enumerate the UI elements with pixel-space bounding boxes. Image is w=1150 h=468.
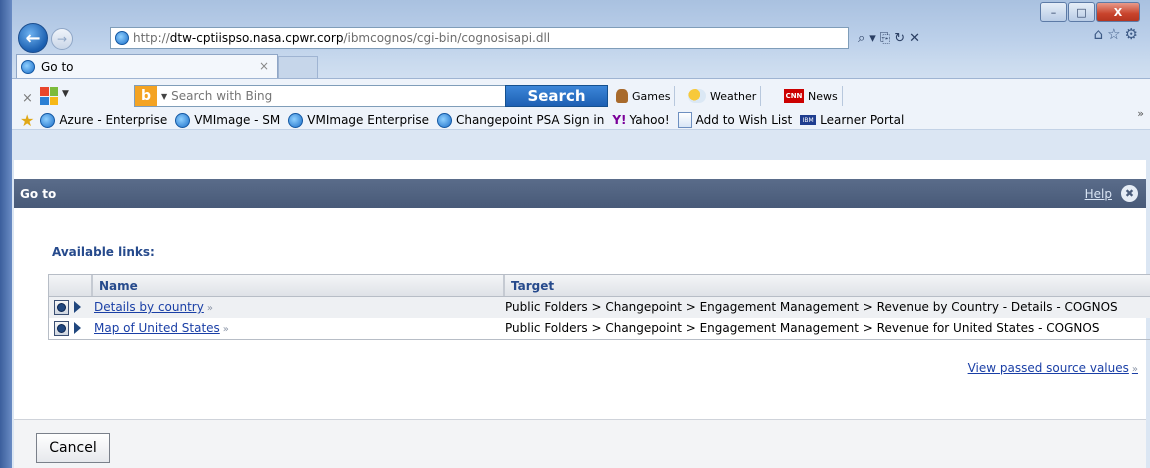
fav-label: Yahoo! [629, 113, 670, 127]
maximize-button[interactable]: □ [1068, 2, 1095, 22]
bing-logo-icon: b [135, 86, 157, 106]
table-row: Details by country» Public Folders > Cha… [49, 297, 1150, 318]
fav-label: VMImage Enterprise [307, 113, 429, 127]
favorites-star-icon[interactable]: ☆ [1107, 25, 1120, 43]
fav-changepoint-psa[interactable]: Changepoint PSA Sign in [436, 112, 605, 128]
column-header-target[interactable]: Target [503, 275, 1149, 296]
fav-vmimage-sm[interactable]: VMImage - SM [175, 112, 281, 128]
row-name-label: Map of United States [94, 321, 220, 335]
run-arrow-icon[interactable] [74, 322, 81, 334]
report-icon[interactable] [54, 300, 69, 315]
tab-close-icon[interactable]: × [259, 59, 269, 73]
ie-icon [40, 112, 56, 128]
dropdown-icon[interactable]: ▾ [869, 31, 876, 46]
url-host: dtw-cptiispso.nasa.cpwr.corp [169, 31, 344, 45]
fav-label: Add to Wish List [695, 113, 793, 127]
bing-toolbar: × ▼ b ▼ Search Games Weather CNN News ★ [12, 78, 1150, 130]
toolbar-close-icon[interactable]: × [22, 91, 33, 106]
page-icon [677, 112, 692, 128]
refresh-icon[interactable]: ↻ [894, 31, 905, 46]
weather-button[interactable]: Weather [684, 86, 762, 106]
new-tab-button[interactable] [278, 56, 318, 78]
row-name-label: Details by country [94, 300, 204, 314]
chevron-down-icon[interactable]: » [223, 324, 229, 335]
home-icon[interactable]: ⌂ [1094, 25, 1104, 43]
games-button[interactable]: Games [612, 86, 676, 106]
bing-dropdown-icon[interactable]: ▼ [161, 92, 167, 101]
bing-search-input[interactable] [171, 89, 422, 103]
desktop-edge [0, 0, 12, 468]
chevron-down-icon[interactable]: » [207, 303, 213, 314]
ie-icon [436, 112, 452, 128]
close-icon[interactable]: ✖ [1121, 185, 1138, 202]
url-prefix: http:// [133, 31, 170, 45]
tab-page-icon [21, 59, 35, 74]
page-title: Go to [20, 186, 57, 201]
gear-icon[interactable]: ⚙ [1125, 25, 1138, 43]
fav-label: VMImage - SM [194, 113, 281, 127]
view-passed-source-values-link[interactable]: View passed source values» [968, 361, 1138, 375]
window-controls: – □ X [1039, 2, 1140, 22]
forward-button[interactable]: → [51, 28, 73, 50]
report-icon[interactable] [54, 321, 69, 336]
chevron-down-icon[interactable]: » [1132, 364, 1138, 375]
ibm-icon: IBM [800, 115, 817, 125]
dialog-header: Go to Help ✖ [14, 179, 1146, 208]
row-target: Public Folders > Changepoint > Engagemen… [505, 300, 1118, 314]
column-header-name[interactable]: Name [91, 275, 503, 296]
toolbar-dropdown-icon[interactable]: ▼ [62, 89, 69, 99]
help-link[interactable]: Help [1085, 187, 1112, 201]
search-icon[interactable]: ⌕ [858, 31, 865, 46]
fav-yahoo[interactable]: Y! Yahoo! [612, 113, 669, 127]
favorites-icon[interactable]: ★ [20, 111, 34, 130]
yahoo-icon: Y! [612, 113, 627, 127]
weather-label: Weather [710, 89, 757, 103]
ie-icon [288, 112, 304, 128]
links-table: Name Target Details by country» Public F… [48, 274, 1150, 340]
news-label: News [808, 89, 838, 103]
tab-label: Go to [41, 59, 74, 74]
news-button[interactable]: CNN News [780, 86, 843, 106]
table-row: Map of United States» Public Folders > C… [49, 318, 1150, 339]
table-header: Name Target [49, 275, 1150, 297]
cnn-icon: CNN [784, 89, 804, 103]
favorites-bar: ★ Azure - Enterprise VMImage - SM VMImag… [12, 107, 1150, 133]
address-bar[interactable]: http:// dtw-cptiispso.nasa.cpwr.corp /ib… [110, 27, 849, 49]
fav-learner-portal[interactable]: IBM Learner Portal [800, 113, 904, 127]
games-icon [616, 89, 628, 103]
run-arrow-icon[interactable] [74, 301, 81, 313]
minimize-button[interactable]: – [1040, 2, 1067, 22]
close-window-button[interactable]: X [1096, 2, 1140, 22]
ie-icon [175, 112, 191, 128]
bing-search-box: b ▼ Search [134, 85, 608, 107]
games-label: Games [632, 89, 671, 103]
search-button[interactable]: Search [505, 85, 608, 107]
ie-page-icon [115, 31, 129, 45]
tab-go-to[interactable]: Go to × [16, 54, 278, 78]
browser-tools: ⌂ ☆ ⚙ [1094, 25, 1138, 43]
link-details-by-country[interactable]: Details by country» [94, 300, 213, 314]
available-links-label: Available links: [52, 245, 155, 259]
url-path: /ibmcognos/cgi-bin/cognosisapi.dll [343, 31, 551, 45]
back-button[interactable]: ← [18, 23, 48, 53]
fav-label: Learner Portal [820, 113, 905, 127]
weather-icon [688, 89, 706, 103]
browser-window: – □ X ← → http:// dtw-cptiispso.nasa.cpw… [12, 0, 1150, 468]
chevron-more-icon[interactable]: » [1137, 107, 1144, 120]
fav-label: Changepoint PSA Sign in [455, 113, 605, 127]
fav-add-to-wish-list[interactable]: Add to Wish List [677, 112, 793, 128]
stop-icon[interactable]: ✕ [909, 31, 920, 46]
link-map-of-united-states[interactable]: Map of United States» [94, 321, 229, 335]
fav-azure-enterprise[interactable]: Azure - Enterprise [40, 112, 168, 128]
view-passed-label: View passed source values [967, 361, 1129, 375]
compat-view-icon[interactable]: ⎘ [880, 31, 890, 46]
fav-label: Azure - Enterprise [59, 113, 168, 127]
fav-vmimage-enterprise[interactable]: VMImage Enterprise [288, 112, 429, 128]
row-target: Public Folders > Changepoint > Engagemen… [505, 321, 1100, 335]
content-top [14, 160, 1146, 177]
address-tools: ⌕ ▾ ⎘ ↻ ✕ [852, 27, 1042, 49]
dialog-footer: Cancel [14, 419, 1146, 468]
windows-logo-icon[interactable] [40, 87, 58, 105]
cancel-button[interactable]: Cancel [36, 433, 110, 463]
